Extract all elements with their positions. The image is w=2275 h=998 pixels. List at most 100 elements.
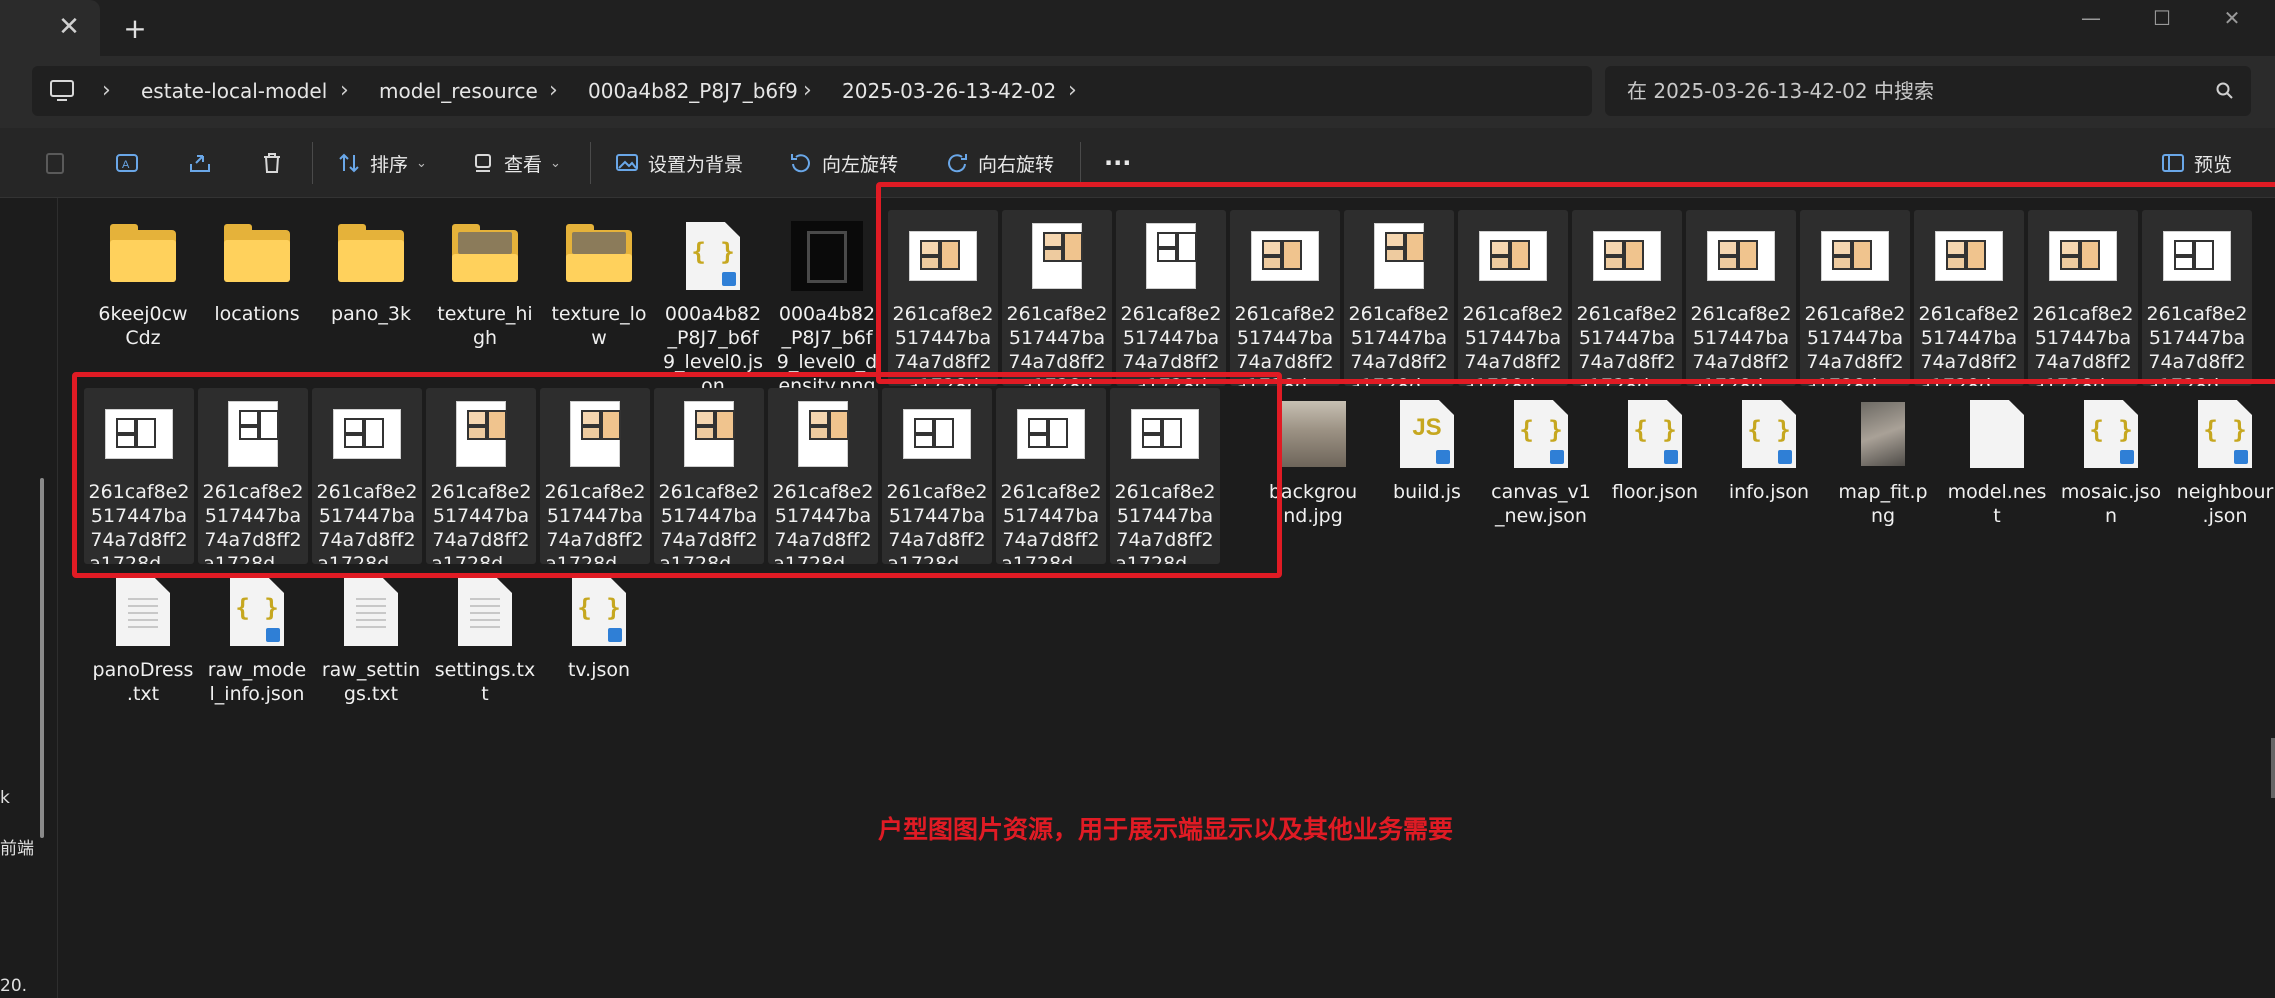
- sort-label: 排序: [370, 153, 409, 176]
- folder-icon: [110, 224, 176, 282]
- paste-button[interactable]: [42, 144, 68, 182]
- folder-item[interactable]: 6keej0cw Cdz: [88, 210, 198, 350]
- search-icon[interactable]: [2215, 81, 2235, 101]
- new-tab-icon[interactable]: +: [118, 12, 152, 46]
- folder-item[interactable]: texture_hi gh: [430, 210, 540, 350]
- file-item[interactable]: 000a4b82 _P8J7_b6f 9_level0_d ensity.png: [772, 210, 882, 397]
- folder-item[interactable]: locations: [202, 210, 312, 326]
- image-folder-icon: [452, 224, 518, 282]
- chevron-right-icon[interactable]: ›: [102, 66, 111, 116]
- chevron-right-icon[interactable]: ›: [340, 66, 349, 116]
- view-label: 查看: [504, 153, 543, 176]
- json-file-icon: { }: [1628, 400, 1682, 468]
- file-name: neighbour .json: [2176, 481, 2274, 527]
- image-icon: [616, 154, 638, 171]
- more-options-button[interactable]: ···: [1104, 144, 1131, 182]
- preview-label: 预览: [2194, 153, 2233, 176]
- folder-icon: [224, 224, 290, 282]
- breadcrumb-model-id[interactable]: 000a4b82_P8J7_b6f9: [588, 66, 798, 116]
- tab-close-icon[interactable]: ✕: [52, 10, 86, 44]
- text-file-icon: [344, 578, 398, 646]
- toolbar-divider: [1080, 142, 1081, 184]
- share-icon: [190, 155, 210, 172]
- view-icon: [475, 154, 491, 172]
- svg-text:A: A: [122, 159, 130, 171]
- chevron-right-icon[interactable]: ›: [549, 66, 558, 116]
- file-name: info.json: [1728, 481, 1810, 503]
- file-name: tv.json: [567, 659, 631, 681]
- file-item[interactable]: { } 000a4b82 _P8J7_b6f 9_level0.js on: [658, 210, 768, 397]
- rename-icon: A: [116, 154, 138, 172]
- image-thumbnail: [791, 221, 863, 291]
- file-name: model.nes t: [1947, 481, 2047, 527]
- file-item[interactable]: raw_settin gs.txt: [316, 566, 426, 706]
- breadcrumb-model-resource[interactable]: model_resource: [379, 66, 538, 116]
- chevron-right-icon[interactable]: ›: [1068, 66, 1077, 116]
- rotate-left-label: 向左旋转: [822, 153, 899, 176]
- file-item[interactable]: map_fit.p ng: [1828, 388, 1938, 528]
- minimize-icon[interactable]: —: [2055, 0, 2127, 40]
- file-item[interactable]: JS build.js: [1372, 388, 1482, 504]
- file-name: settings.tx t: [434, 659, 536, 705]
- rename-button[interactable]: A: [114, 144, 140, 182]
- json-file-icon: { }: [2084, 400, 2138, 468]
- active-tab[interactable]: ✕: [0, 0, 100, 56]
- folder-item[interactable]: pano_3k: [316, 210, 426, 326]
- nav-item-fragment[interactable]: 20.: [0, 976, 27, 996]
- file-name: texture_lo w: [551, 303, 647, 349]
- close-window-icon[interactable]: ✕: [2196, 0, 2268, 40]
- search-placeholder: 在 2025-03-26-13-42-02 中搜索: [1627, 79, 1934, 103]
- set-background-button[interactable]: 设置为背景: [614, 144, 743, 182]
- file-name: canvas_v1 _new.json: [1491, 481, 1591, 527]
- chevron-right-icon[interactable]: ›: [803, 66, 812, 116]
- rotate-right-button[interactable]: 向右旋转: [944, 144, 1054, 182]
- file-name: locations: [214, 303, 300, 325]
- json-file-icon: { }: [1742, 400, 1796, 468]
- json-file-icon: { }: [2198, 400, 2252, 468]
- set-background-label: 设置为背景: [648, 153, 744, 176]
- file-item[interactable]: { } floor.json: [1600, 388, 1710, 504]
- file-item[interactable]: model.nes t: [1942, 388, 2052, 528]
- view-button[interactable]: 查看 ⌄: [470, 144, 561, 182]
- file-name: floor.json: [1611, 481, 1699, 503]
- title-bar: ✕ + — ☐ ✕: [0, 0, 2275, 56]
- preview-pane-button[interactable]: 预览: [2160, 144, 2232, 182]
- folder-item[interactable]: texture_lo w: [544, 210, 654, 350]
- address-row: › estate-local-model › model_resource › …: [0, 56, 2275, 128]
- file-name: build.js: [1393, 481, 1461, 503]
- file-item[interactable]: { } mosaic.jso n: [2056, 388, 2166, 528]
- paste-icon: [46, 153, 64, 174]
- scrollbar-thumb[interactable]: [2271, 738, 2275, 798]
- rotate-left-button[interactable]: 向左旋转: [788, 144, 898, 182]
- file-item[interactable]: { } tv.json: [544, 566, 654, 682]
- file-item[interactable]: { } canvas_v1 _new.json: [1486, 388, 1596, 528]
- rotate-left-icon: [791, 154, 810, 173]
- navigation-pane[interactable]: k 前端 20.: [0, 198, 58, 998]
- sort-button[interactable]: 排序 ⌄: [336, 144, 427, 182]
- file-name: raw_settin gs.txt: [321, 659, 421, 705]
- rotate-right-label: 向右旋转: [978, 153, 1055, 176]
- highlight-box: [72, 372, 1282, 578]
- file-item[interactable]: { } info.json: [1714, 388, 1824, 504]
- file-item[interactable]: panoDress .txt: [88, 566, 198, 706]
- breadcrumb-date-folder[interactable]: 2025-03-26-13-42-02: [842, 66, 1056, 116]
- nav-item-fragment[interactable]: 前端: [0, 834, 34, 859]
- nav-item-fragment[interactable]: k: [0, 788, 10, 808]
- file-item[interactable]: { } raw_mode l_info.json: [202, 566, 312, 706]
- computer-icon[interactable]: [50, 80, 74, 102]
- nav-scrollbar[interactable]: [40, 478, 44, 838]
- image-thumbnail: [1280, 401, 1346, 467]
- search-input[interactable]: 在 2025-03-26-13-42-02 中搜索: [1605, 66, 2251, 116]
- file-name: map_fit.p ng: [1838, 481, 1928, 527]
- file-name: panoDress .txt: [92, 659, 194, 705]
- breadcrumb-estate-local-model[interactable]: estate-local-model: [141, 66, 327, 116]
- share-button[interactable]: [187, 144, 213, 182]
- maximize-icon[interactable]: ☐: [2126, 0, 2198, 40]
- file-list-view: 6keej0cw Cdz locations pano_3k texture_hi…: [58, 182, 2275, 998]
- file-item[interactable]: settings.tx t: [430, 566, 540, 706]
- address-bar[interactable]: › estate-local-model › model_resource › …: [32, 66, 1592, 116]
- file-item[interactable]: { } neighbour .json: [2170, 388, 2275, 528]
- json-file-icon: { }: [572, 578, 626, 646]
- annotation-text: 户型图图片资源，用于展示端显示以及其他业务需要: [878, 815, 1454, 844]
- delete-button[interactable]: [259, 144, 285, 182]
